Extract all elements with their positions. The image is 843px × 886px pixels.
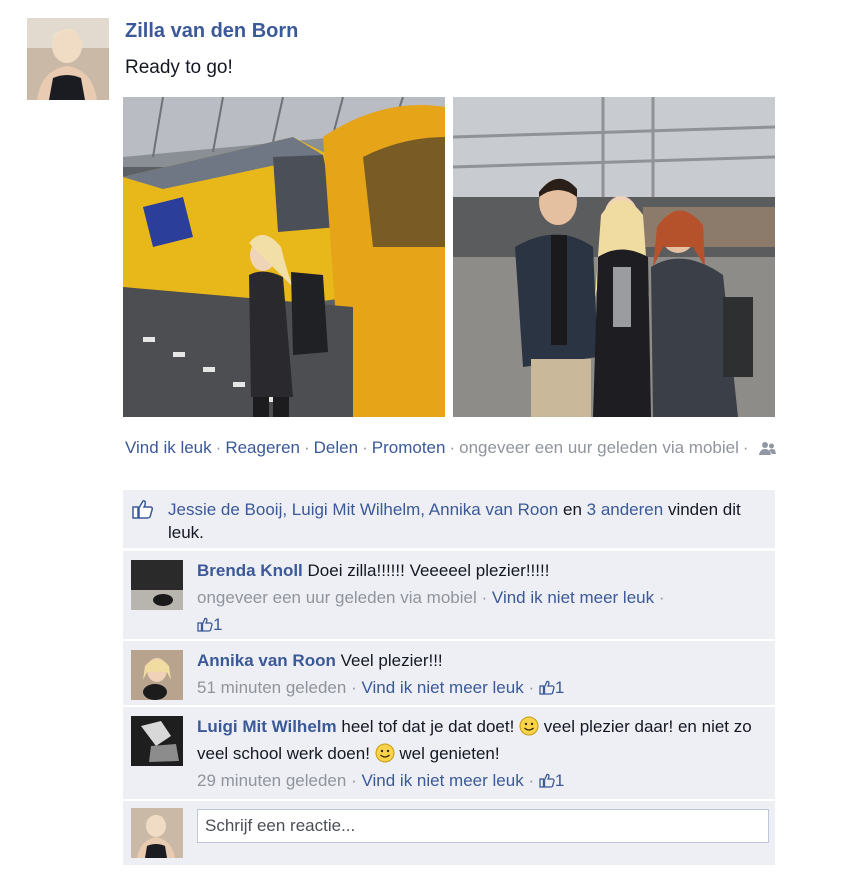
comment-text-part-1: heel tof dat je dat doet! [341, 717, 515, 736]
like-link[interactable]: Vind ik leuk [125, 438, 212, 457]
separator: · [742, 438, 749, 457]
separator: · [528, 771, 535, 790]
comment-author[interactable]: Brenda Knoll [197, 561, 303, 580]
comment-link[interactable]: Reageren [225, 438, 300, 457]
author-avatar[interactable] [27, 18, 109, 100]
promote-link[interactable]: Promoten [372, 438, 446, 457]
separator: · [658, 588, 665, 607]
likers-names[interactable]: Jessie de Booij, Luigi Mit Wilhelm, Anni… [168, 500, 558, 519]
smiley-icon [375, 743, 395, 763]
comment-time[interactable]: 51 minuten geleden [197, 678, 346, 697]
smiley-icon [519, 716, 539, 736]
unlike-link[interactable]: Vind ik niet meer leuk [361, 678, 523, 697]
separator: · [449, 438, 456, 457]
commenter-avatar[interactable] [131, 650, 183, 700]
post-action-bar: Vind ik leuk · Reageren · Delen · Promoten · ong… [125, 434, 785, 461]
photo-train-platform[interactable] [123, 97, 445, 417]
friends-icon[interactable] [758, 441, 777, 455]
comment-like-count[interactable]: 1 [539, 678, 564, 697]
separator: · [303, 438, 310, 457]
separator: · [351, 771, 357, 790]
commenter-avatar[interactable] [131, 560, 183, 610]
comment-like-number: 1 [554, 771, 565, 790]
comment-author[interactable]: Annika van Roon [197, 651, 336, 670]
separator: · [528, 678, 535, 697]
comment-input[interactable] [197, 809, 769, 843]
post-text: Ready to go! [125, 57, 233, 78]
separator: · [351, 678, 357, 697]
post-timestamp[interactable]: ongeveer een uur geleden via mobiel [459, 438, 739, 457]
comment-time[interactable]: 29 minuten geleden [197, 771, 346, 790]
likes-summary: Jessie de Booij, Luigi Mit Wilhelm, Anni… [123, 490, 775, 548]
comment-time[interactable]: ongeveer een uur geleden via mobiel [197, 588, 477, 607]
thumbs-up-icon [539, 680, 555, 695]
reply-composer [123, 800, 775, 865]
comment-item: Brenda Knoll Doei zilla!!!!!! Veeeeel pl… [123, 550, 775, 639]
thumbs-up-icon [539, 773, 555, 788]
unlike-link[interactable]: Vind ik niet meer leuk [492, 588, 654, 607]
share-link[interactable]: Delen [314, 438, 358, 457]
author-name[interactable]: Zilla van den Born [125, 20, 298, 43]
separator: · [215, 438, 222, 457]
comment-text: Veel plezier!!! [340, 651, 443, 670]
comment-text: Doei zilla!!!!!! Veeeeel plezier!!!!! [307, 561, 550, 580]
comment-like-number: 1 [554, 678, 565, 697]
unlike-link[interactable]: Vind ik niet meer leuk [361, 771, 523, 790]
comment-like-number: 1 [213, 615, 223, 634]
comment-author[interactable]: Luigi Mit Wilhelm [197, 717, 337, 736]
separator: · [362, 438, 368, 457]
commenter-avatar[interactable] [131, 716, 183, 766]
comment-like-count[interactable]: 1 [539, 771, 564, 790]
comment-like-count[interactable]: 1 [197, 615, 222, 634]
likes-connector: en [562, 500, 582, 519]
thumbs-up-icon [197, 617, 213, 632]
likes-others-link[interactable]: 3 anderen [587, 500, 664, 519]
current-user-avatar[interactable] [131, 808, 183, 858]
thumbs-up-icon [132, 500, 154, 519]
separator: · [481, 588, 488, 607]
comment-item: Annika van Roon Veel plezier!!! 51 minut… [123, 640, 775, 705]
comment-item: Luigi Mit Wilhelm heel tof dat je dat do… [123, 706, 775, 799]
comment-text-part-3: wel genieten! [399, 744, 500, 763]
photo-group-station[interactable] [453, 97, 775, 417]
